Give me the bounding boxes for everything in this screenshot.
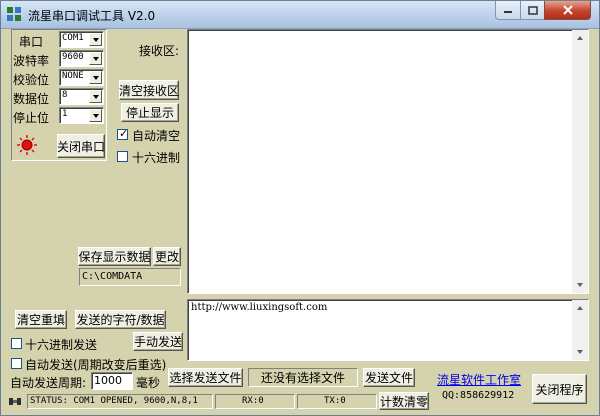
baud-select[interactable]: 9600 <box>59 50 104 67</box>
auto-clear-checkbox[interactable]: ✓ <box>117 127 129 140</box>
stopbits-select[interactable]: 1 <box>59 107 104 124</box>
scroll-up-button[interactable] <box>572 300 588 316</box>
scroll-down-button[interactable] <box>572 344 588 360</box>
send-textarea[interactable]: http://www.liuxingsoft.com <box>187 299 589 361</box>
chevron-down-icon[interactable] <box>89 109 102 122</box>
change-path-button[interactable]: 更改 <box>153 247 181 266</box>
period-label: 自动发送周期: <box>10 376 87 390</box>
close-icon <box>562 5 573 15</box>
minimize-button[interactable] <box>495 1 521 20</box>
auto-clear-label: 自动清空 <box>132 129 181 143</box>
close-button[interactable] <box>544 1 591 20</box>
hex-display-checkbox[interactable] <box>117 151 128 162</box>
baud-value: 9600 <box>62 52 84 62</box>
status-text: STATUS: COM1 OPENED, 9600,N,8,1 <box>27 394 213 409</box>
baud-label: 波特率 <box>13 54 50 68</box>
sent-chars-button[interactable]: 发送的字符/数据 <box>75 310 166 329</box>
arrow-up-icon <box>577 36 583 40</box>
stopbits-label: 停止位 <box>13 111 50 125</box>
receive-textarea[interactable] <box>187 29 589 294</box>
parity-select[interactable]: NONE <box>59 69 104 86</box>
hex-send-label: 十六进制发送 <box>25 338 98 352</box>
arrow-down-icon <box>577 283 583 287</box>
receive-scrollbar[interactable] <box>572 30 588 293</box>
databits-select[interactable]: 8 <box>59 88 104 105</box>
checkmark-icon: ✓ <box>119 127 129 140</box>
close-port-button[interactable]: 关闭串口 <box>57 134 105 158</box>
select-send-file-button[interactable]: 选择发送文件 <box>168 368 243 387</box>
receive-label: 接收区: <box>139 44 180 58</box>
plug-icon <box>9 398 21 405</box>
chevron-down-icon[interactable] <box>89 90 102 103</box>
main-window: 流星串口调试工具 V2.0 串口 COM1 波特率 9600 校验位 NONE … <box>0 0 600 416</box>
rx-count: RX:0 <box>215 394 295 409</box>
manual-send-button[interactable]: 手动发送 <box>133 332 183 351</box>
studio-link[interactable]: 流星软件工作室 <box>437 371 521 388</box>
port-label: 串口 <box>19 35 44 49</box>
clear-receive-button[interactable]: 清空接收区 <box>119 80 179 100</box>
scroll-down-button[interactable] <box>572 277 588 293</box>
databits-value: 8 <box>62 90 68 100</box>
databits-label: 数据位 <box>13 92 50 106</box>
period-input[interactable]: 1000 <box>91 372 133 390</box>
chevron-down-icon[interactable] <box>89 52 102 65</box>
minimize-icon <box>504 11 512 13</box>
port-value: COM1 <box>62 33 84 43</box>
auto-send-label: 自动发送(周期改变后重选) <box>25 358 167 372</box>
send-content: http://www.liuxingsoft.com <box>191 302 328 313</box>
file-status-field: 还没有选择文件 <box>248 368 358 387</box>
maximize-button[interactable] <box>520 1 545 20</box>
qq-text: QQ:858629912 <box>442 390 515 401</box>
scroll-up-button[interactable] <box>572 30 588 46</box>
app-icon <box>7 7 21 21</box>
hex-display-label: 十六进制 <box>132 151 181 165</box>
chevron-down-icon[interactable] <box>89 33 102 46</box>
send-scrollbar[interactable] <box>572 300 588 360</box>
hex-send-checkbox[interactable] <box>11 338 22 349</box>
period-unit: 毫秒 <box>136 376 161 390</box>
port-select[interactable]: COM1 <box>59 31 104 48</box>
maximize-icon <box>527 5 538 15</box>
chevron-down-icon[interactable] <box>89 71 102 84</box>
parity-label: 校验位 <box>13 73 50 87</box>
stopbits-value: 1 <box>62 109 68 119</box>
close-program-button[interactable]: 关闭程序 <box>532 374 587 404</box>
stop-display-button[interactable]: 停止显示 <box>121 103 179 122</box>
send-file-button[interactable]: 发送文件 <box>363 368 415 387</box>
window-title: 流星串口调试工具 V2.0 <box>28 9 156 23</box>
reset-count-button[interactable]: 计数清零 <box>379 392 429 410</box>
title-bar[interactable]: 流星串口调试工具 V2.0 <box>1 1 599 29</box>
auto-send-checkbox[interactable] <box>11 358 22 369</box>
arrow-down-icon <box>577 350 583 354</box>
arrow-up-icon <box>577 306 583 310</box>
save-display-button[interactable]: 保存显示数据 <box>78 247 151 266</box>
save-path-field: C:\COMDATA <box>79 268 181 286</box>
parity-value: NONE <box>62 71 84 81</box>
led-indicator-icon <box>17 135 37 155</box>
tx-count: TX:0 <box>297 394 377 409</box>
clear-refill-button[interactable]: 清空重填 <box>15 310 67 329</box>
